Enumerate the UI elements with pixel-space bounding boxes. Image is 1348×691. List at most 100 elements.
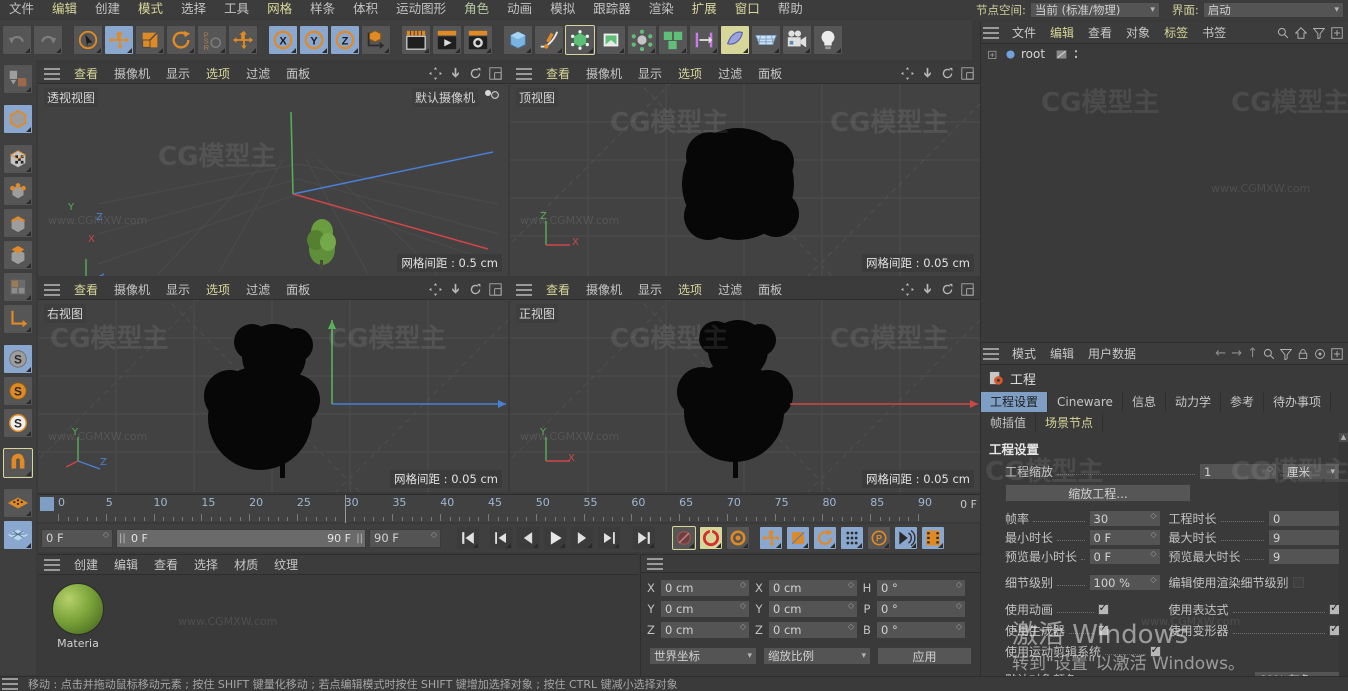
spinner-icon[interactable]: ◇ — [103, 530, 109, 538]
goto-start-button[interactable] — [456, 526, 480, 550]
spinner-icon[interactable]: ◇ — [848, 602, 854, 610]
rotate-icon[interactable] — [469, 283, 482, 296]
vp-menu-view[interactable]: 查看 — [66, 64, 106, 84]
spinner-icon[interactable]: ◇ — [1150, 576, 1156, 584]
render-settings-icon[interactable] — [463, 25, 493, 55]
render-view-icon[interactable] — [401, 25, 431, 55]
menu-item-8[interactable]: 体积 — [344, 0, 387, 18]
spinner-icon[interactable]: ◇ — [956, 581, 962, 589]
pan-icon[interactable] — [901, 283, 914, 296]
lock-icon[interactable] — [1297, 348, 1309, 360]
z-axis-lock-icon[interactable]: Z — [330, 25, 360, 55]
generator-icon[interactable] — [565, 25, 595, 55]
menu-hamburger-icon[interactable] — [516, 67, 532, 80]
edge-mode-icon[interactable] — [2, 208, 33, 238]
bend-deformer-icon[interactable] — [596, 25, 626, 55]
record-rotation-button[interactable] — [813, 526, 837, 550]
cube-primitive-icon[interactable] — [503, 25, 533, 55]
om-menu-edit[interactable]: 编辑 — [1043, 22, 1081, 44]
goto-previous-key-button[interactable] — [489, 526, 513, 550]
mat-menu-view[interactable]: 查看 — [146, 555, 186, 575]
record-position-button[interactable] — [759, 526, 783, 550]
attribute-tab-1[interactable]: 场景节点 — [1036, 413, 1104, 433]
record-pla-button[interactable]: P — [867, 526, 891, 550]
goto-end-button[interactable] — [632, 526, 656, 550]
vp-menu-panel[interactable]: 面板 — [278, 64, 318, 84]
rotate-icon[interactable] — [941, 283, 954, 296]
vp-menu-camera[interactable]: 摄像机 — [106, 280, 158, 300]
menu-item-2[interactable]: 创建 — [86, 0, 129, 18]
vp-menu-camera[interactable]: 摄像机 — [106, 64, 158, 84]
menu-item-7[interactable]: 样条 — [301, 0, 344, 18]
point-mode-icon[interactable] — [2, 176, 33, 206]
viewport-right[interactable]: 查看 摄像机 显示 选项 过滤 面板 右视图 网格间距: 0.05 cm Y … — [38, 280, 508, 492]
menu-item-5[interactable]: 工具 — [215, 0, 258, 18]
vp-menu-display[interactable]: 显示 — [158, 280, 198, 300]
workplane-icon[interactable] — [2, 488, 33, 518]
make-editable-icon[interactable] — [2, 64, 33, 94]
coord-position-field[interactable]: 0 cm ◇ — [660, 600, 750, 618]
max-time-field[interactable]: 9 — [1268, 529, 1340, 546]
pan-icon[interactable] — [429, 67, 442, 80]
maximize-viewport-icon[interactable] — [489, 67, 502, 80]
menu-item-12[interactable]: 模拟 — [541, 0, 584, 18]
search-icon[interactable] — [1263, 348, 1275, 360]
project-length-field[interactable]: 0 — [1268, 510, 1340, 527]
mat-menu-select[interactable]: 选择 — [186, 555, 226, 575]
vp-menu-panel[interactable]: 面板 — [750, 280, 790, 300]
viewport-top[interactable]: 查看 摄像机 显示 选项 过滤 面板 顶视图 网格间距: 0.05 cm Z … — [510, 64, 980, 276]
object-row-root[interactable]: root — [981, 44, 1348, 64]
min-time-field[interactable]: 0 F ◇ — [1088, 529, 1161, 546]
menu-item-6[interactable]: 网格 — [258, 0, 301, 18]
dolly-icon[interactable] — [921, 67, 934, 80]
select-cursor-icon[interactable] — [73, 25, 103, 55]
attribute-tab-0[interactable]: 工程设置 — [981, 392, 1049, 412]
coord-rotation-field[interactable]: 0 ° ◇ — [876, 579, 966, 597]
vp-menu-view[interactable]: 查看 — [66, 280, 106, 300]
rotate-tool-icon[interactable] — [166, 25, 196, 55]
use-animation-checkbox[interactable] — [1097, 601, 1109, 615]
apply-button[interactable]: 应用 — [877, 647, 972, 665]
menu-item-4[interactable]: 选择 — [172, 0, 215, 18]
vp-menu-camera[interactable]: 摄像机 — [578, 280, 630, 300]
pan-icon[interactable] — [429, 283, 442, 296]
spinner-icon[interactable]: ◇ — [956, 623, 962, 631]
menu-item-11[interactable]: 动画 — [498, 0, 541, 18]
spinner-icon[interactable]: ◇ — [1267, 465, 1273, 473]
menu-hamburger-icon[interactable] — [2, 678, 18, 690]
menu-hamburger-icon[interactable] — [647, 557, 663, 570]
menu-hamburger-icon[interactable] — [44, 558, 60, 571]
timeline-playhead-line[interactable] — [344, 495, 346, 523]
soft-selection-white-icon[interactable]: S — [2, 408, 33, 438]
attribute-tab-1[interactable]: Cineware — [1048, 392, 1123, 412]
dolly-icon[interactable] — [449, 283, 462, 296]
record-target-icon[interactable] — [1314, 348, 1326, 360]
search-icon[interactable] — [1277, 27, 1289, 39]
menu-hamburger-icon[interactable] — [983, 347, 999, 360]
spinner-icon[interactable]: ◇ — [956, 602, 962, 610]
forward-arrow-icon[interactable]: → — [1231, 346, 1242, 361]
menu-item-10[interactable]: 角色 — [455, 0, 498, 18]
undo-icon[interactable] — [2, 25, 32, 55]
soft-selection-gray-icon[interactable]: S — [2, 344, 33, 374]
soft-selection-orange-icon[interactable]: S — [2, 376, 33, 406]
am-menu-userdata[interactable]: 用户数据 — [1081, 343, 1143, 365]
coord-rotation-field[interactable]: 0 ° ◇ — [876, 621, 966, 639]
home-icon[interactable] — [1295, 26, 1307, 39]
layout-dropdown[interactable]: 启动 ▾ — [1202, 2, 1344, 18]
vp-menu-options[interactable]: 选项 — [198, 280, 238, 300]
rotate-icon[interactable] — [941, 67, 954, 80]
timeline-playhead[interactable] — [40, 497, 54, 511]
om-menu-view[interactable]: 查看 — [1081, 22, 1119, 44]
attribute-tab-4[interactable]: 参考 — [1221, 392, 1264, 412]
menu-hamburger-icon[interactable] — [44, 283, 60, 296]
menu-item-13[interactable]: 跟踪器 — [584, 0, 640, 18]
vp-menu-options[interactable]: 选项 — [198, 64, 238, 84]
autokeying-button[interactable] — [699, 526, 723, 550]
menu-hamburger-icon[interactable] — [44, 67, 60, 80]
spinner-icon[interactable]: ◇ — [740, 602, 746, 610]
viewport-top-canvas[interactable]: 顶视图 网格间距 : 0.05 cm Z X CG模型主 CG模型主 www.C… — [510, 84, 980, 276]
more-dots-icon[interactable] — [1072, 48, 1080, 61]
polygon-mode-icon[interactable] — [2, 240, 33, 270]
light-icon[interactable] — [813, 25, 843, 55]
